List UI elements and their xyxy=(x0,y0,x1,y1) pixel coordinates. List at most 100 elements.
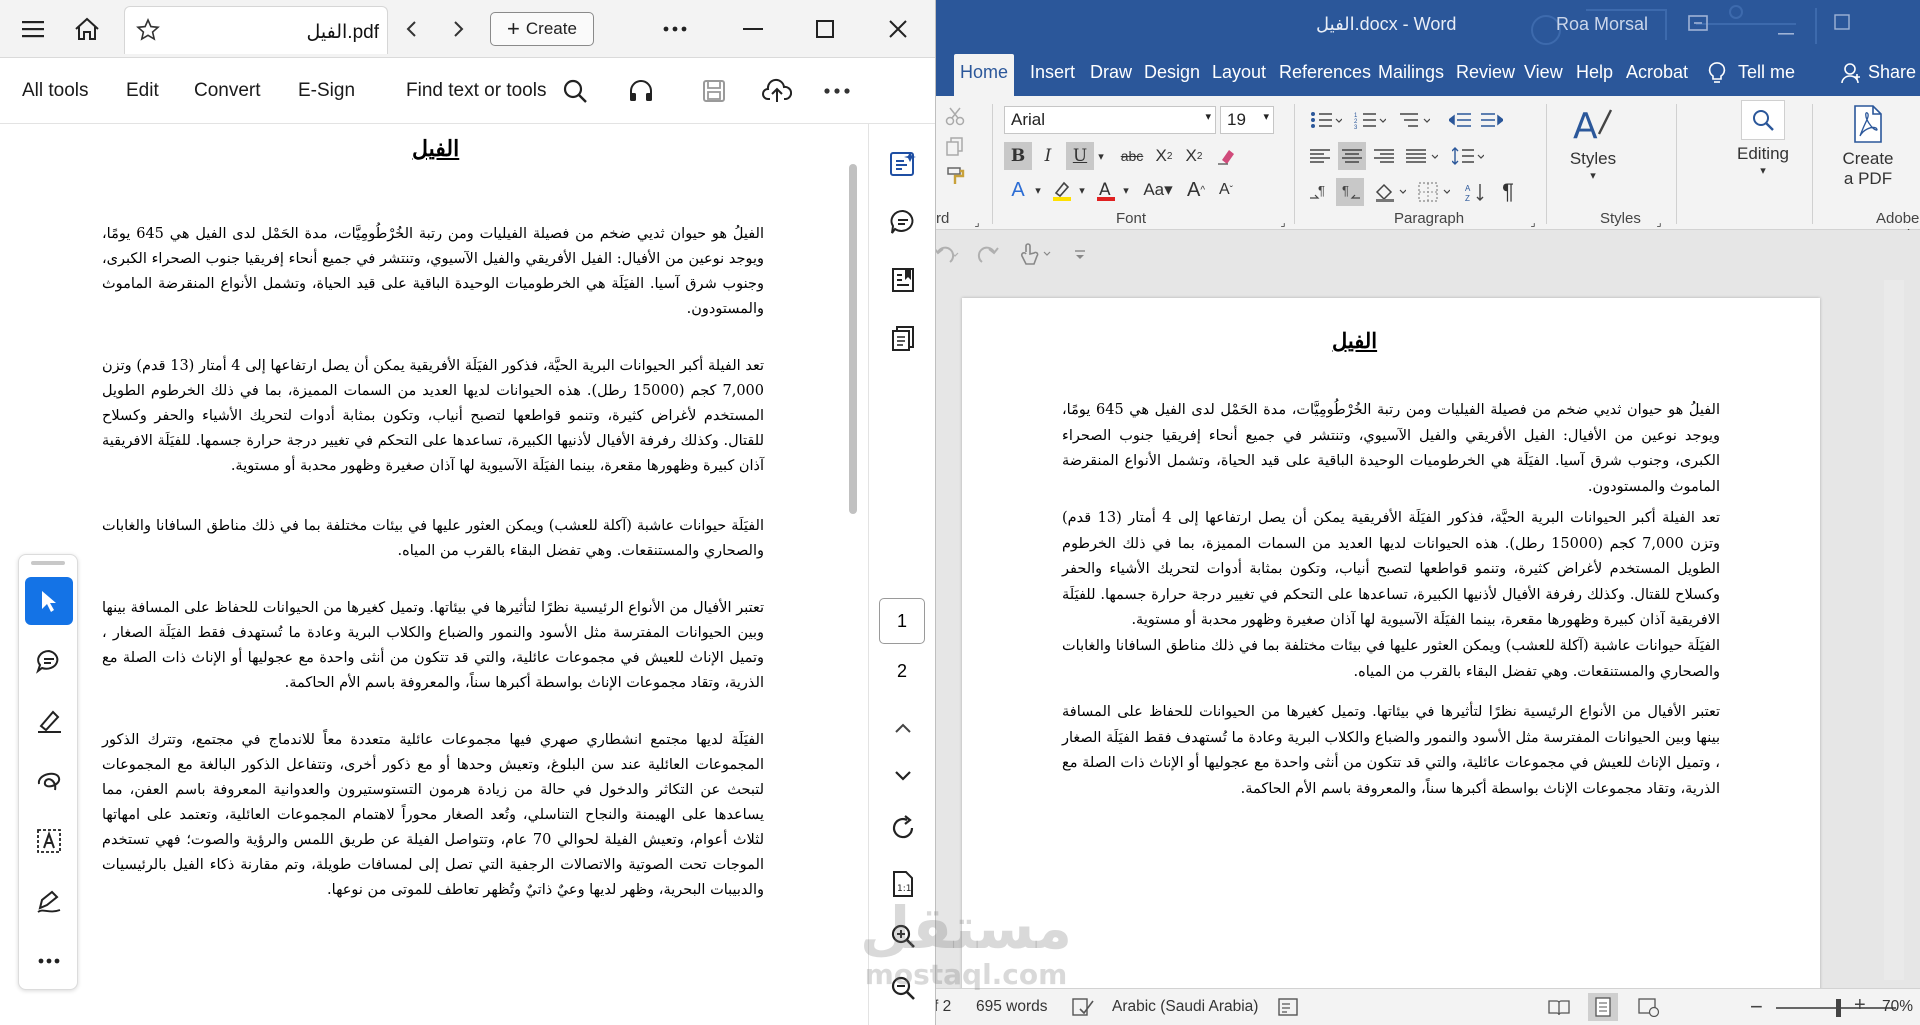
chevron-down-icon[interactable] xyxy=(885,758,921,794)
lightbulb-icon[interactable] xyxy=(1708,62,1726,89)
zoom-in-button[interactable]: + xyxy=(1854,994,1866,1017)
word-maximize-icon[interactable] xyxy=(1834,14,1850,35)
more-icon[interactable] xyxy=(658,12,692,46)
font-color-icon[interactable]: A xyxy=(1092,176,1120,204)
maximize-icon[interactable] xyxy=(808,12,842,46)
editing-button[interactable]: Editing ▾ xyxy=(1720,100,1806,177)
align-left-icon[interactable] xyxy=(1306,142,1334,170)
change-case-button[interactable]: Aa▾ xyxy=(1138,176,1178,204)
search-icon[interactable] xyxy=(558,74,592,108)
undo-icon[interactable] xyxy=(936,244,962,271)
upload-cloud-icon[interactable] xyxy=(760,74,794,108)
shrink-font-button[interactable]: Aˇ xyxy=(1212,176,1240,204)
tab-view[interactable]: View xyxy=(1524,62,1563,83)
underline-button[interactable]: U xyxy=(1066,142,1094,170)
page-count-status[interactable]: f 2 xyxy=(936,998,951,1016)
tab-references[interactable]: References xyxy=(1279,62,1371,83)
close-icon[interactable] xyxy=(881,12,915,46)
text-tool-button[interactable] xyxy=(25,817,73,865)
clear-formatting-icon[interactable] xyxy=(1212,142,1240,170)
home-icon[interactable] xyxy=(70,12,104,46)
web-layout-icon[interactable] xyxy=(1638,997,1660,1022)
numbering-icon[interactable]: 123 xyxy=(1350,106,1390,134)
bullets-icon[interactable] xyxy=(1306,106,1346,134)
tab-design[interactable]: Design xyxy=(1144,62,1200,83)
dropdown-icon[interactable]: ▾ xyxy=(1032,176,1044,204)
subscript-button[interactable]: X2 xyxy=(1150,142,1178,170)
minimize-icon[interactable] xyxy=(736,12,770,46)
tab-acrobat[interactable]: Acrobat xyxy=(1626,62,1688,83)
tab-review[interactable]: Review xyxy=(1456,62,1515,83)
word-vertical-scrollbar[interactable] xyxy=(1884,280,1904,980)
bold-button[interactable]: B xyxy=(1004,142,1032,170)
cut-icon[interactable] xyxy=(940,102,970,130)
share-person-icon[interactable] xyxy=(1840,62,1862,89)
pages-icon[interactable] xyxy=(885,320,921,356)
dropdown-icon[interactable]: ▾ xyxy=(1120,176,1132,204)
highlight-tool-button[interactable] xyxy=(25,697,73,745)
tab-draw[interactable]: Draw xyxy=(1090,62,1132,83)
select-tool-button[interactable] xyxy=(25,577,73,625)
tab-insert[interactable]: Insert xyxy=(1030,62,1075,83)
drag-handle[interactable] xyxy=(31,561,65,565)
zoom-out-icon[interactable] xyxy=(885,970,921,1006)
tab-home[interactable]: Home xyxy=(954,54,1015,96)
current-page-field[interactable]: 1 xyxy=(879,598,925,644)
comments-panel-icon[interactable] xyxy=(885,204,921,240)
find-tools-button[interactable]: Find text or tools xyxy=(406,80,546,102)
dropdown-icon[interactable]: ▾ xyxy=(1076,176,1088,204)
line-spacing-icon[interactable] xyxy=(1448,142,1488,170)
show-marks-icon[interactable]: ¶ xyxy=(1494,178,1522,206)
tab-help[interactable]: Help xyxy=(1576,62,1613,83)
bookmarks-icon[interactable] xyxy=(885,262,921,298)
word-document-page[interactable]: الفيل الفيلُ هو حيوان ثديي ضخم من فصيلة … xyxy=(962,298,1820,998)
strikethrough-button[interactable]: abc xyxy=(1116,142,1148,170)
copy-icon[interactable] xyxy=(940,132,970,160)
rotate-icon[interactable] xyxy=(885,810,921,846)
macro-recording-icon[interactable] xyxy=(1278,997,1300,1022)
more-options-icon[interactable] xyxy=(820,74,854,108)
print-layout-icon[interactable] xyxy=(1588,993,1618,1021)
all-tools-button[interactable]: All tools xyxy=(22,80,89,102)
touch-mode-icon[interactable] xyxy=(1018,242,1058,271)
superscript-button[interactable]: X2 xyxy=(1180,142,1208,170)
zoom-slider-thumb[interactable] xyxy=(1836,999,1841,1017)
text-effects-icon[interactable]: A xyxy=(1004,176,1032,204)
next-page-number[interactable]: 2 xyxy=(879,656,925,686)
borders-icon[interactable] xyxy=(1414,178,1454,206)
customize-qat-icon[interactable] xyxy=(1074,248,1086,266)
font-name-combobox[interactable]: Arial ▾ xyxy=(1004,106,1216,134)
align-right-icon[interactable] xyxy=(1370,142,1398,170)
word-minimize-icon[interactable] xyxy=(1778,22,1794,40)
comment-tool-button[interactable] xyxy=(25,637,73,685)
align-center-icon[interactable] xyxy=(1338,142,1366,170)
convert-button[interactable]: Convert xyxy=(194,80,261,102)
chevron-up-icon[interactable] xyxy=(885,710,921,746)
scroll-thumb[interactable] xyxy=(849,164,857,514)
word-count-status[interactable]: 695 words xyxy=(976,998,1048,1016)
create-button[interactable]: + Create xyxy=(490,12,594,46)
zoom-out-button[interactable]: − xyxy=(1750,994,1763,1020)
ai-assistant-icon[interactable] xyxy=(885,146,921,182)
menu-icon[interactable] xyxy=(16,12,50,46)
increase-indent-icon[interactable] xyxy=(1478,106,1506,134)
actual-size-icon[interactable]: 1:1 xyxy=(885,866,921,902)
ribbon-display-icon[interactable] xyxy=(1688,14,1708,37)
ltr-direction-icon[interactable]: ¶ xyxy=(1306,178,1334,206)
proofing-icon[interactable] xyxy=(1072,997,1094,1022)
tell-me-search[interactable]: Tell me xyxy=(1738,62,1795,83)
format-painter-icon[interactable] xyxy=(940,162,970,190)
zoom-in-icon[interactable] xyxy=(885,918,921,954)
multilevel-list-icon[interactable] xyxy=(1394,106,1434,134)
sort-icon[interactable]: AZ xyxy=(1462,178,1490,206)
edit-button[interactable]: Edit xyxy=(126,80,159,102)
font-size-combobox[interactable]: 19 ▾ xyxy=(1220,106,1274,134)
redo-icon[interactable] xyxy=(976,244,1002,271)
account-name[interactable]: Roa Morsal xyxy=(1556,14,1648,35)
pdf-page[interactable]: الفيل الفيلُ هو حيوان ثديي ضخم من فصيلة … xyxy=(0,124,848,1025)
grow-font-button[interactable]: A ^ xyxy=(1182,176,1210,204)
share-button[interactable]: Share xyxy=(1868,62,1916,83)
vertical-scrollbar[interactable] xyxy=(846,160,860,1020)
chevron-left-icon[interactable] xyxy=(394,12,428,46)
justify-icon[interactable] xyxy=(1402,142,1442,170)
